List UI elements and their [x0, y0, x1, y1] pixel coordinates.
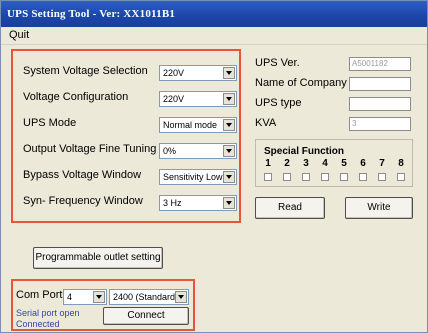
- info-panel: UPS Ver. A5001182 Name of Company UPS ty…: [249, 49, 419, 223]
- chevron-down-icon[interactable]: [223, 93, 235, 105]
- special-function-number: 4: [322, 158, 328, 169]
- voltage-config-label: Voltage Configuration: [23, 91, 129, 103]
- programmable-outlet-button[interactable]: Programmable outlet setting: [33, 247, 163, 269]
- serial-status-text: Serial port open: [16, 308, 80, 318]
- syn-frequency-select[interactable]: 3 Hz: [159, 195, 237, 211]
- company-label: Name of Company: [255, 77, 347, 89]
- ups-ver-field: A5001182: [349, 57, 411, 71]
- chevron-down-icon[interactable]: [223, 119, 235, 131]
- baud-rate-value: 2400 (Standard): [113, 292, 179, 302]
- special-function-checkbox-6[interactable]: [359, 173, 367, 181]
- syn-frequency-value: 3 Hz: [163, 198, 182, 208]
- ups-type-field[interactable]: [349, 97, 411, 111]
- special-function-number: 8: [398, 158, 404, 169]
- read-button[interactable]: Read: [255, 197, 325, 219]
- write-button[interactable]: Write: [345, 197, 413, 219]
- ups-type-label: UPS type: [255, 97, 302, 109]
- special-function-checkbox-5[interactable]: [340, 173, 348, 181]
- chevron-down-icon[interactable]: [93, 291, 105, 303]
- chevron-down-icon[interactable]: [175, 291, 187, 303]
- special-function-checkbox-4[interactable]: [321, 173, 329, 181]
- system-voltage-value: 220V: [163, 68, 185, 78]
- com-port-select[interactable]: 4: [63, 289, 107, 305]
- voltage-config-select[interactable]: 220V: [159, 91, 237, 107]
- com-port-value: 4: [67, 292, 73, 302]
- special-function-number: 1: [265, 158, 271, 169]
- bypass-window-label: Bypass Voltage Window: [23, 169, 142, 181]
- ups-mode-select[interactable]: Normal mode: [159, 117, 237, 133]
- fine-tuning-select[interactable]: 0%: [159, 143, 237, 159]
- voltage-config-value: 220V: [163, 94, 185, 104]
- ups-mode-value: Normal mode: [163, 120, 218, 130]
- system-voltage-select[interactable]: 220V: [159, 65, 237, 81]
- special-function-checkbox-7[interactable]: [378, 173, 386, 181]
- kva-label: KVA: [255, 117, 277, 129]
- fine-tuning-value: 0%: [163, 146, 177, 156]
- fine-tuning-label: Output Voltage Fine Tuning: [23, 143, 157, 155]
- special-function-group: Special Function 1 2 3 4 5 6 7 8: [255, 139, 413, 187]
- menu-bar: Quit: [1, 27, 427, 45]
- special-function-number: 3: [303, 158, 309, 169]
- syn-frequency-label: Syn- Frequency Window: [23, 195, 143, 207]
- chevron-down-icon[interactable]: [223, 67, 235, 79]
- kva-field: 3: [349, 117, 411, 131]
- special-function-number: 6: [360, 158, 366, 169]
- special-function-number: 2: [284, 158, 290, 169]
- chevron-down-icon[interactable]: [223, 145, 235, 157]
- title-bar: UPS Setting Tool - Ver: XX1011B1: [1, 1, 427, 27]
- company-field[interactable]: [349, 77, 411, 91]
- special-function-checkbox-3[interactable]: [302, 173, 310, 181]
- connection-status-text: Connected: [16, 319, 60, 329]
- menu-quit[interactable]: Quit: [9, 29, 29, 41]
- special-function-number: 5: [341, 158, 347, 169]
- baud-rate-select[interactable]: 2400 (Standard): [109, 289, 189, 305]
- settings-panel: System Voltage Selection 220V Voltage Co…: [11, 49, 241, 223]
- system-voltage-label: System Voltage Selection: [23, 65, 148, 77]
- ups-setting-window: UPS Setting Tool - Ver: XX1011B1 Quit Sy…: [0, 0, 428, 333]
- special-function-title: Special Function: [264, 146, 345, 157]
- bypass-window-select[interactable]: Sensitivity Low: [159, 169, 237, 185]
- connect-button[interactable]: Connect: [103, 307, 189, 325]
- bypass-window-value: Sensitivity Low: [163, 172, 223, 182]
- ups-mode-label: UPS Mode: [23, 117, 77, 129]
- com-port-label: Com Port: [16, 289, 63, 301]
- special-function-number: 7: [379, 158, 385, 169]
- special-function-checkbox-8[interactable]: [397, 173, 405, 181]
- chevron-down-icon[interactable]: [223, 197, 235, 209]
- ups-ver-label: UPS Ver.: [255, 57, 300, 69]
- window-title: UPS Setting Tool - Ver: XX1011B1: [7, 8, 176, 20]
- special-function-checkbox-2[interactable]: [283, 173, 291, 181]
- chevron-down-icon[interactable]: [223, 171, 235, 183]
- com-port-panel: Com Port 4 2400 (Standard) Serial port o…: [11, 279, 195, 331]
- special-function-checkbox-1[interactable]: [264, 173, 272, 181]
